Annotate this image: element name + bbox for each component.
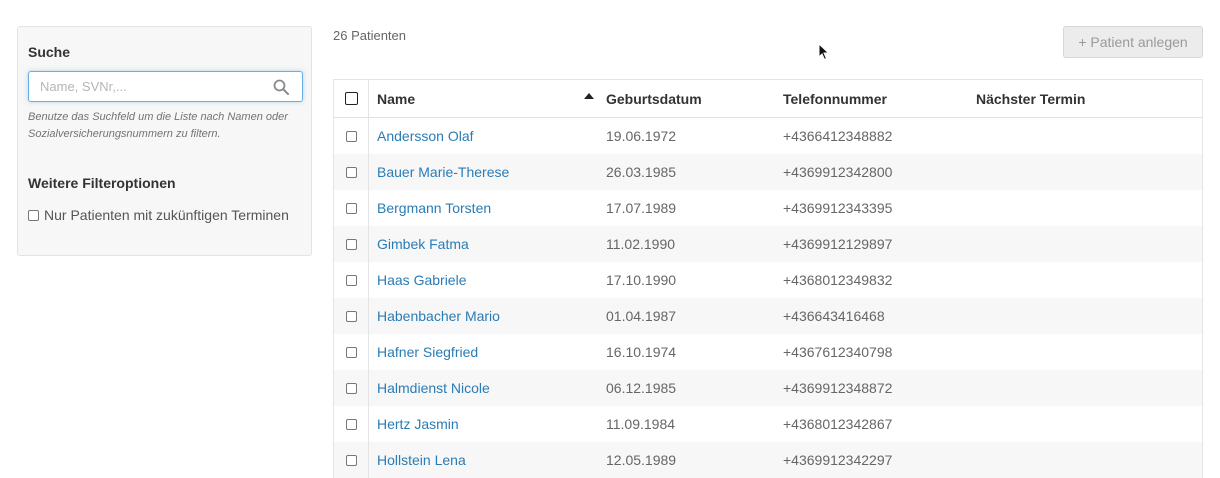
patient-name-link[interactable]: Bauer Marie-Therese xyxy=(377,164,509,180)
row-checkbox[interactable] xyxy=(345,346,357,358)
search-title: Suche xyxy=(28,44,71,60)
search-panel: Suche Benutze das Suchfeld um die Liste … xyxy=(17,26,312,256)
table-row: Habenbacher Mario 01.04.1987 +436643416468 xyxy=(334,298,1202,334)
row-checkbox[interactable] xyxy=(345,202,357,214)
patient-name-link[interactable]: Hertz Jasmin xyxy=(377,416,459,432)
patient-name-link[interactable]: Haas Gabriele xyxy=(377,272,467,288)
phone-number: +4369912129897 xyxy=(783,236,893,252)
patient-name-link[interactable]: Bergmann Torsten xyxy=(377,200,491,216)
mouse-pointer-icon xyxy=(818,43,830,61)
column-header-phone[interactable]: Telefonnummer xyxy=(775,91,968,107)
patient-name-link[interactable]: Hafner Siegfried xyxy=(377,344,478,360)
phone-number: +436643416468 xyxy=(783,308,885,324)
birth-date: 16.10.1974 xyxy=(606,344,677,360)
patient-name-link[interactable]: Habenbacher Mario xyxy=(377,308,500,324)
phone-number: +4369912342297 xyxy=(783,452,893,468)
phone-number: +4369912342800 xyxy=(783,164,893,180)
birth-date: 11.02.1990 xyxy=(606,236,676,252)
birth-date: 06.12.1985 xyxy=(606,380,677,396)
search-help-text: Benutze das Suchfeld um die Liste nach N… xyxy=(28,111,288,140)
row-checkbox[interactable] xyxy=(345,454,357,466)
phone-number: +4369912348872 xyxy=(783,380,893,396)
birth-date: 11.09.1984 xyxy=(606,416,676,432)
birth-date: 17.10.1990 xyxy=(606,272,677,288)
patient-name-link[interactable]: Hollstein Lena xyxy=(377,452,466,468)
birth-date: 19.06.1972 xyxy=(606,128,677,144)
filter-options-title: Weitere Filteroptionen xyxy=(28,175,176,191)
table-row: Gimbek Fatma 11.02.1990 +4369912129897 xyxy=(334,226,1202,262)
future-appointments-filter[interactable]: Nur Patienten mit zukünftigen Terminen xyxy=(28,207,289,223)
search-box[interactable] xyxy=(28,71,303,102)
table-row: Bergmann Torsten 17.07.1989 +4369912343395 xyxy=(334,190,1202,226)
birth-date: 26.03.1985 xyxy=(606,164,677,180)
patients-table: Name Geburtsdatum Telefonnummer Nächster… xyxy=(333,79,1203,478)
row-checkbox[interactable] xyxy=(345,382,357,394)
table-row: Bauer Marie-Therese 26.03.1985 +4369912342… xyxy=(334,154,1202,190)
birth-date: 12.05.1989 xyxy=(606,452,677,468)
patient-name-link[interactable]: Andersson Olaf xyxy=(377,128,474,144)
table-row: Hafner Siegfried 16.10.1974 +4367612340798 xyxy=(334,334,1202,370)
phone-number: +4367612340798 xyxy=(783,344,893,360)
birth-date: 17.07.1989 xyxy=(606,200,677,216)
phone-number: +4368012349832 xyxy=(783,272,893,288)
future-appointments-label: Nur Patienten mit zukünftigen Terminen xyxy=(44,207,289,223)
table-row: Halmdienst Nicole 06.12.1985 +436991234887… xyxy=(334,370,1202,406)
row-checkbox[interactable] xyxy=(345,310,357,322)
table-row: Hertz Jasmin 11.09.1984 +4368012342867 xyxy=(334,406,1202,442)
search-input[interactable] xyxy=(29,72,260,101)
birth-date: 01.04.1987 xyxy=(606,308,677,324)
table-row: Andersson Olaf 19.06.1972 +4366412348882 xyxy=(334,118,1202,154)
patient-name-link[interactable]: Gimbek Fatma xyxy=(377,236,469,252)
patient-count: 26 Patienten xyxy=(333,28,407,43)
row-checkbox[interactable] xyxy=(345,418,357,430)
add-patient-button[interactable]: + Patient anlegen xyxy=(1063,26,1203,58)
search-icon[interactable] xyxy=(273,79,289,95)
row-checkbox[interactable] xyxy=(345,166,357,178)
table-row: Hollstein Lena 12.05.1989 +4369912342297 xyxy=(334,442,1202,478)
sort-ascending-icon[interactable] xyxy=(584,92,594,99)
column-header-name[interactable]: Name xyxy=(369,91,598,107)
row-checkbox[interactable] xyxy=(345,274,357,286)
patient-name-link[interactable]: Halmdienst Nicole xyxy=(377,380,490,396)
future-appointments-checkbox[interactable] xyxy=(28,209,39,221)
column-header-next-appointment[interactable]: Nächster Termin xyxy=(968,91,1202,107)
phone-number: +4368012342867 xyxy=(783,416,893,432)
row-checkbox[interactable] xyxy=(345,238,357,250)
table-header: Name Geburtsdatum Telefonnummer Nächster… xyxy=(334,80,1202,118)
column-header-name-label: Name xyxy=(377,90,416,107)
row-checkbox[interactable] xyxy=(345,130,357,142)
column-header-dob[interactable]: Geburtsdatum xyxy=(598,91,775,107)
select-all-checkbox[interactable] xyxy=(344,92,358,105)
phone-number: +4369912343395 xyxy=(783,200,893,216)
phone-number: +4366412348882 xyxy=(783,128,893,144)
table-row: Haas Gabriele 17.10.1990 +4368012349832 xyxy=(334,262,1202,298)
